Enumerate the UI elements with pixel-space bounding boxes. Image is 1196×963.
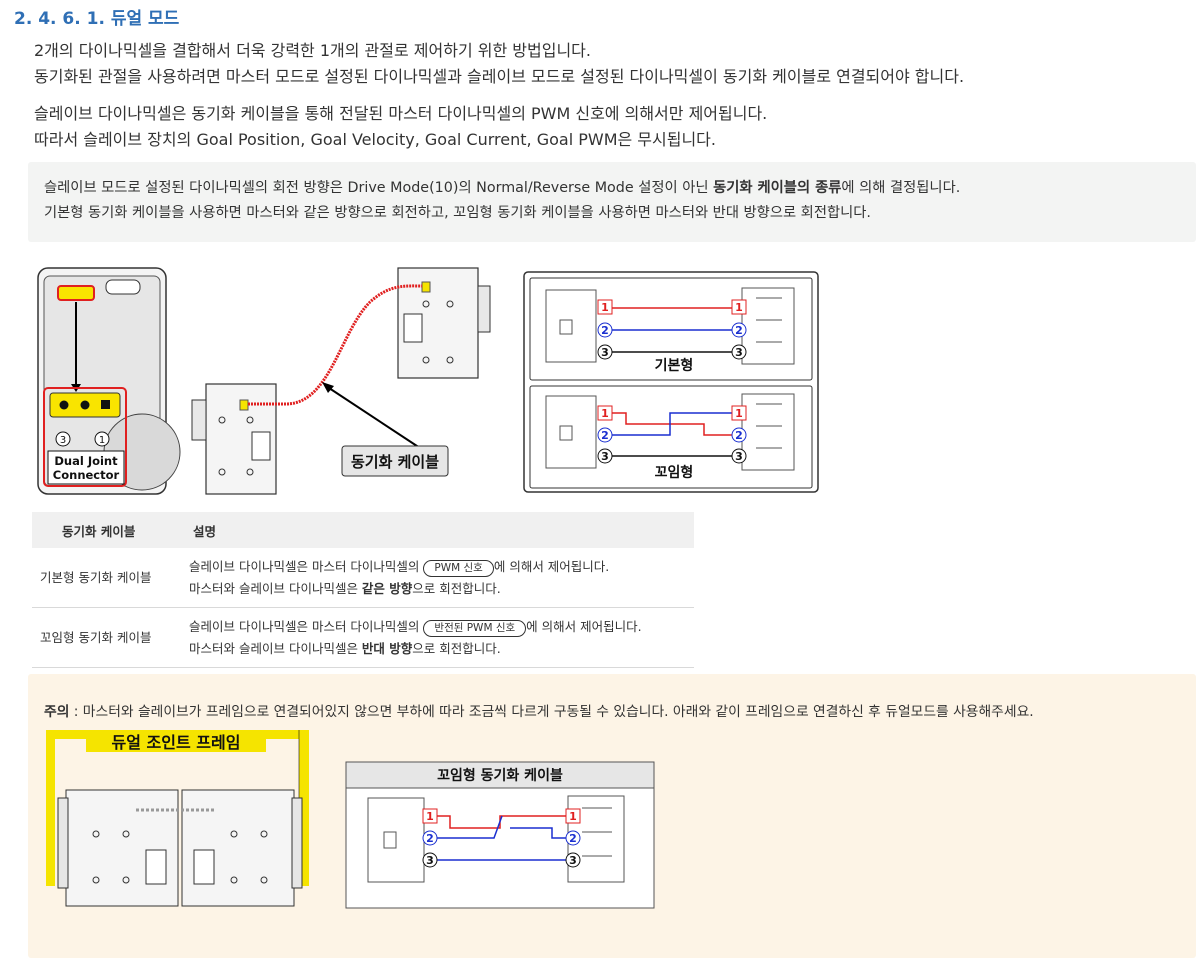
twisted-right-pin-2: 2: [735, 429, 743, 442]
intro-paragraph-1: 2개의 다이나믹셀을 결합해서 더욱 강력한 1개의 관절로 제어하기 위한 방…: [34, 41, 591, 60]
basic-type-label: 기본형: [655, 357, 694, 374]
basic-right-pin-1: 1: [735, 301, 743, 314]
intro-paragraph-2: 동기화된 관절을 사용하려면 마스터 모드로 설정된 다이나믹셀과 슬레이브 모…: [34, 67, 965, 86]
basic-right-pin-3: 3: [735, 346, 743, 359]
table-cell-cable-name: 꼬임형 동기화 케이블: [32, 607, 179, 668]
table-cell-description: 슬레이브 다이나믹셀은 마스터 다이나믹셀의 PWM 신호 에 의해서 제어됩니다…: [179, 548, 694, 608]
table-row: 기본형 동기화 케이블 슬레이브 다이나믹셀은 마스터 다이나믹셀의 PWM 신…: [32, 548, 694, 608]
frame-right-pin-3: 3: [569, 854, 577, 867]
table-header-cable: 동기화 케이블: [32, 512, 179, 548]
frame-right-pin-2: 2: [569, 832, 577, 845]
twisted-type-label: 꼬임형: [655, 464, 694, 481]
slave-paragraph-2: 따라서 슬레이브 장치의 Goal Position, Goal Velocit…: [34, 130, 716, 149]
note-line-1: 슬레이브 모드로 설정된 다이나믹셀의 회전 방향은 Drive Mode(10…: [44, 180, 961, 196]
connector-label-line1: Dual Joint: [54, 454, 118, 468]
sync-cable-table: 동기화 케이블 설명 기본형 동기화 케이블 슬레이브 다이나믹셀은 마스터 다…: [32, 512, 694, 668]
table-row: 꼬임형 동기화 케이블 슬레이브 다이나믹셀은 마스터 다이나믹셀의 반전된 P…: [32, 607, 694, 668]
basic-left-pin-2: 2: [601, 324, 609, 337]
table-cell-cable-name: 기본형 동기화 케이블: [32, 548, 179, 608]
section-heading: 2. 4. 6. 1. 듀얼 모드: [14, 9, 180, 29]
frame-right-pin-1: 1: [569, 810, 577, 823]
twisted-cable-title: 꼬임형 동기화 케이블: [437, 767, 563, 784]
frame-left-pin-3: 3: [426, 854, 434, 867]
warning-box: 주의 : 마스터와 슬레이브가 프레임으로 연결되어있지 않으면 부하에 따라 …: [28, 674, 1196, 958]
svg-text:3: 3: [60, 435, 66, 446]
twisted-right-pin-3: 3: [735, 450, 743, 463]
info-note: 슬레이브 모드로 설정된 다이나믹셀의 회전 방향은 Drive Mode(10…: [28, 162, 1196, 242]
note-line-2: 기본형 동기화 케이블을 사용하면 마스터와 같은 방향으로 회전하고, 꼬임형…: [44, 205, 871, 221]
twisted-left-pin-1: 1: [601, 407, 609, 420]
basic-left-pin-3: 3: [601, 346, 609, 359]
table-header-description: 설명: [179, 512, 694, 548]
twisted-left-pin-3: 3: [601, 450, 609, 463]
basic-right-pin-2: 2: [735, 324, 743, 337]
table-cell-description: 슬레이브 다이나믹셀은 마스터 다이나믹셀의 반전된 PWM 신호 에 의해서 제…: [179, 607, 694, 668]
twisted-left-pin-2: 2: [601, 429, 609, 442]
pin-1-label: 1: [94, 431, 110, 447]
dynamixel-slave-side: [397, 267, 491, 379]
dynamixel-master-side: [191, 383, 277, 495]
sync-cable-figure: 3 1 Dual Joint Connector 동기화 케이블 기본형 꼬임형…: [37, 267, 819, 495]
dual-joint-frame-figure: 듀얼 조인트 프레임 꼬임형 동기화 케이블 1 2 3 1 2 3: [46, 730, 655, 909]
slave-paragraph-1: 슬레이브 다이나믹셀은 동기화 케이블을 통해 전달된 마스터 다이나믹셀의 P…: [34, 104, 768, 123]
frame-left-pin-2: 2: [426, 832, 434, 845]
dual-joint-frame-label: 듀얼 조인트 프레임: [112, 733, 241, 752]
table-header-row: 동기화 케이블 설명: [32, 512, 694, 548]
sync-cable-label: 동기화 케이블: [351, 453, 439, 471]
twisted-right-pin-1: 1: [735, 407, 743, 420]
inverted-pwm-signal-badge: 반전된 PWM 신호: [423, 619, 527, 637]
warning-text: 주의 : 마스터와 슬레이브가 프레임으로 연결되어있지 않으면 부하에 따라 …: [44, 704, 1034, 720]
pwm-signal-badge: PWM 신호: [423, 559, 494, 577]
connector-label-line2: Connector: [53, 468, 120, 482]
basic-left-pin-1: 1: [601, 301, 609, 314]
pin-3-label: 3: [55, 431, 71, 447]
frame-left-pin-1: 1: [426, 810, 434, 823]
svg-text:1: 1: [99, 435, 105, 446]
